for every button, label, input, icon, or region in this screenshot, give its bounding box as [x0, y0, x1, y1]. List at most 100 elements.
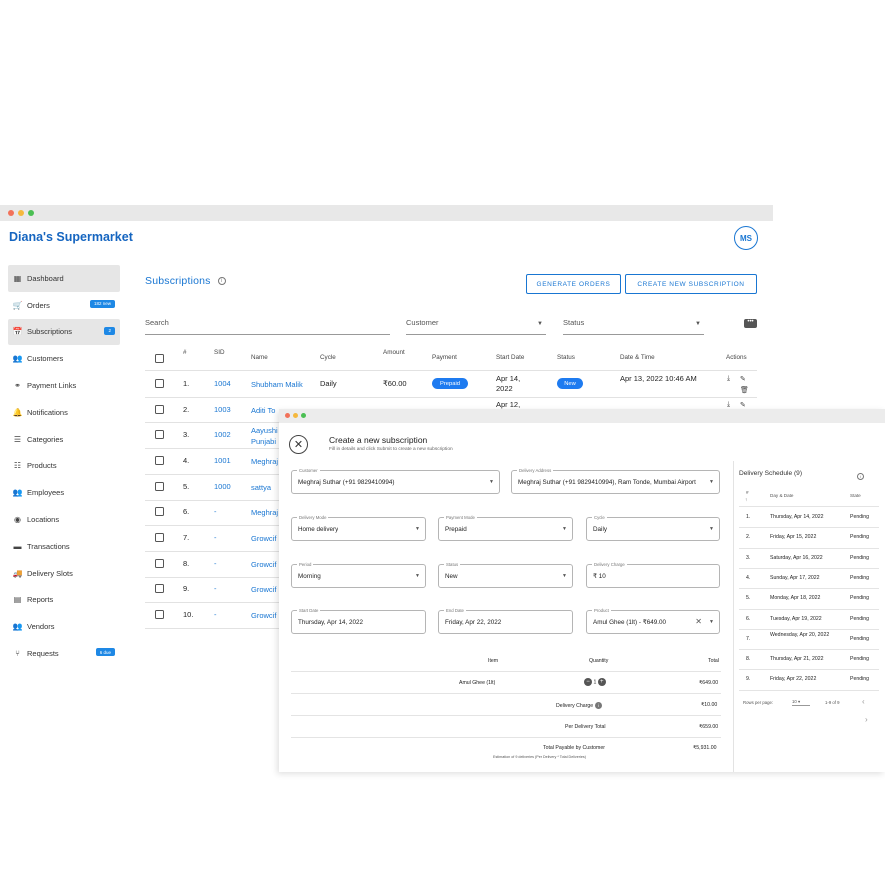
- schedule-row-state: Pending: [850, 676, 870, 683]
- sidebar-item-employees[interactable]: 👥 Employees: [8, 479, 120, 506]
- sid-link[interactable]: -: [214, 584, 217, 593]
- sidebar: ▦ Dashboard 🛒 Orders 182 new 📅 Subscriptions 2 👥…: [8, 265, 120, 667]
- customer-name-link[interactable]: Aditi To: [251, 405, 281, 416]
- row-checkbox[interactable]: [155, 378, 164, 388]
- start-date-field[interactable]: Start Date Thursday, Apr 14, 2022: [291, 608, 426, 634]
- delivery-address-field[interactable]: Delivery Address Meghraj Suthar (+91 982…: [511, 468, 720, 494]
- product-field[interactable]: Product Amul Ghee (1lt) - ₹649.00 ✕ ▼: [586, 608, 720, 634]
- row-checkbox[interactable]: [155, 584, 164, 594]
- sid-link[interactable]: 1002: [214, 430, 231, 439]
- brand-title[interactable]: Diana's Supermarket: [9, 230, 133, 244]
- minimize-dot-icon[interactable]: [293, 413, 298, 418]
- sidebar-item-customers[interactable]: 👥 Customers: [8, 345, 120, 372]
- minimize-dot-icon[interactable]: [18, 210, 24, 216]
- sidebar-item-payment-links[interactable]: ⚭ Payment Links: [8, 372, 120, 399]
- close-dot-icon[interactable]: [8, 210, 14, 216]
- customer-name-link[interactable]: Meghraj: [251, 456, 281, 467]
- generate-orders-button[interactable]: GENERATE ORDERS: [526, 274, 621, 294]
- status-select[interactable]: Status ▼: [563, 318, 704, 335]
- avatar[interactable]: MS: [734, 226, 758, 250]
- delete-icon[interactable]: 🗑: [740, 386, 749, 394]
- chevron-left-icon[interactable]: ‹: [862, 697, 865, 706]
- info-icon[interactable]: i: [217, 277, 226, 286]
- sid-link[interactable]: 1003: [214, 405, 231, 414]
- customer-name-link[interactable]: Shubham Malik: [251, 379, 311, 390]
- delivery-charge-field[interactable]: Delivery Charge ₹ 10: [586, 562, 720, 588]
- sid-link[interactable]: 1000: [214, 482, 231, 491]
- row-number: 1.: [183, 378, 190, 388]
- sidebar-item-products[interactable]: ☷ Products: [8, 453, 120, 480]
- sid-link[interactable]: -: [214, 610, 217, 619]
- sid-link[interactable]: -: [214, 507, 217, 516]
- sidebar-item-dashboard[interactable]: ▦ Dashboard: [8, 265, 120, 292]
- schedule-row-num: 5.: [746, 595, 751, 602]
- sid-link[interactable]: -: [214, 533, 217, 542]
- chat-icon[interactable]: •••: [744, 319, 757, 328]
- summary-item-name: Amul Ghee (1lt): [459, 680, 496, 686]
- payment-mode-field[interactable]: Payment Mode Prepaid ▼: [438, 515, 573, 541]
- sidebar-item-requests[interactable]: ⑂ Requests 6 due: [8, 640, 120, 667]
- sidebar-item-delivery-slots[interactable]: 🚚 Delivery Slots: [8, 560, 120, 587]
- sid-link[interactable]: -: [214, 559, 217, 568]
- customer-name-link[interactable]: Growcif: [251, 584, 281, 595]
- sidebar-item-categories[interactable]: ☰ Categories: [8, 426, 120, 453]
- customer-name-link[interactable]: Meghraj: [251, 507, 281, 518]
- customer-name-link[interactable]: Aayushi Punjabi: [251, 425, 281, 447]
- customer-name-link[interactable]: Growcif: [251, 559, 281, 570]
- download-icon[interactable]: ⤓: [727, 401, 730, 409]
- chevron-right-icon[interactable]: ›: [865, 715, 868, 724]
- info-icon[interactable]: i: [857, 473, 864, 480]
- period-field[interactable]: Period Morning ▼: [291, 562, 426, 588]
- maximize-dot-icon[interactable]: [301, 413, 306, 418]
- select-all-checkbox[interactable]: [155, 354, 164, 363]
- clear-icon[interactable]: ✕: [695, 617, 702, 626]
- info-icon[interactable]: i: [595, 702, 603, 709]
- search-input[interactable]: Search: [145, 318, 390, 335]
- sidebar-item-vendors[interactable]: 👥 Vendors: [8, 613, 120, 640]
- close-icon[interactable]: ✕: [289, 435, 308, 454]
- plus-icon[interactable]: +: [597, 678, 606, 686]
- sidebar-item-transactions[interactable]: ▬ Transactions: [8, 533, 120, 560]
- edit-icon[interactable]: ✎: [740, 375, 746, 383]
- sort-arrow-icon[interactable]: ↑: [745, 497, 747, 502]
- close-dot-icon[interactable]: [285, 413, 290, 418]
- row-checkbox[interactable]: [155, 507, 164, 517]
- sid-link[interactable]: 1004: [214, 379, 231, 388]
- end-date-field[interactable]: End Date Friday, Apr 22, 2022: [438, 608, 573, 634]
- sidebar-item-subscriptions[interactable]: 📅 Subscriptions 2: [8, 318, 120, 346]
- download-icon[interactable]: ⤓: [727, 375, 730, 383]
- customer-name-link[interactable]: Growcif: [251, 533, 281, 544]
- row-checkbox[interactable]: [155, 558, 164, 568]
- chevron-down-icon: ▼: [489, 479, 494, 485]
- row-checkbox[interactable]: [155, 533, 164, 543]
- sidebar-item-locations[interactable]: ◉ Locations: [8, 506, 120, 533]
- maximize-dot-icon[interactable]: [28, 210, 34, 216]
- customer-name-link[interactable]: Growcif: [251, 610, 281, 621]
- sidebar-item-reports[interactable]: ▤ Reports: [8, 587, 120, 614]
- create-subscription-button[interactable]: CREATE NEW SUBSCRIPTION: [625, 274, 757, 294]
- cycle-field[interactable]: Cycle Daily ▼: [586, 515, 720, 541]
- row-checkbox[interactable]: [155, 404, 164, 414]
- status-field[interactable]: Status New ▼: [438, 562, 573, 588]
- customer-select[interactable]: Customer ▼: [406, 318, 546, 335]
- employees-icon: 👥: [12, 488, 23, 498]
- row1-cycle: Daily: [320, 379, 337, 388]
- edit-icon[interactable]: ✎: [740, 401, 746, 409]
- customer-field[interactable]: Customer Meghraj Suthar (+91 9829410994)…: [291, 468, 500, 494]
- modal-subtitle: Fill in details and click Submit to crea…: [329, 447, 453, 452]
- schedule-row-divider: [739, 628, 879, 630]
- schedule-row-divider: [739, 689, 879, 691]
- status-placeholder: Status: [563, 318, 585, 327]
- quantity-stepper[interactable]: − 1 +: [584, 678, 606, 686]
- sid-link[interactable]: 1001: [214, 456, 231, 465]
- sidebar-item-orders[interactable]: 🛒 Orders 182 new: [8, 292, 120, 319]
- delivery-mode-field[interactable]: Delivery Mode Home delivery ▼: [291, 515, 426, 541]
- rows-per-page-select[interactable]: 10 ▾: [792, 699, 810, 706]
- minus-icon[interactable]: −: [584, 678, 592, 686]
- row-checkbox[interactable]: [155, 610, 164, 620]
- row-checkbox[interactable]: [155, 430, 164, 440]
- row-checkbox[interactable]: [155, 455, 164, 465]
- row-checkbox[interactable]: [155, 481, 164, 491]
- customer-name-link[interactable]: sattya: [251, 482, 281, 493]
- sidebar-item-notifications[interactable]: 🔔 Notifications: [8, 399, 120, 426]
